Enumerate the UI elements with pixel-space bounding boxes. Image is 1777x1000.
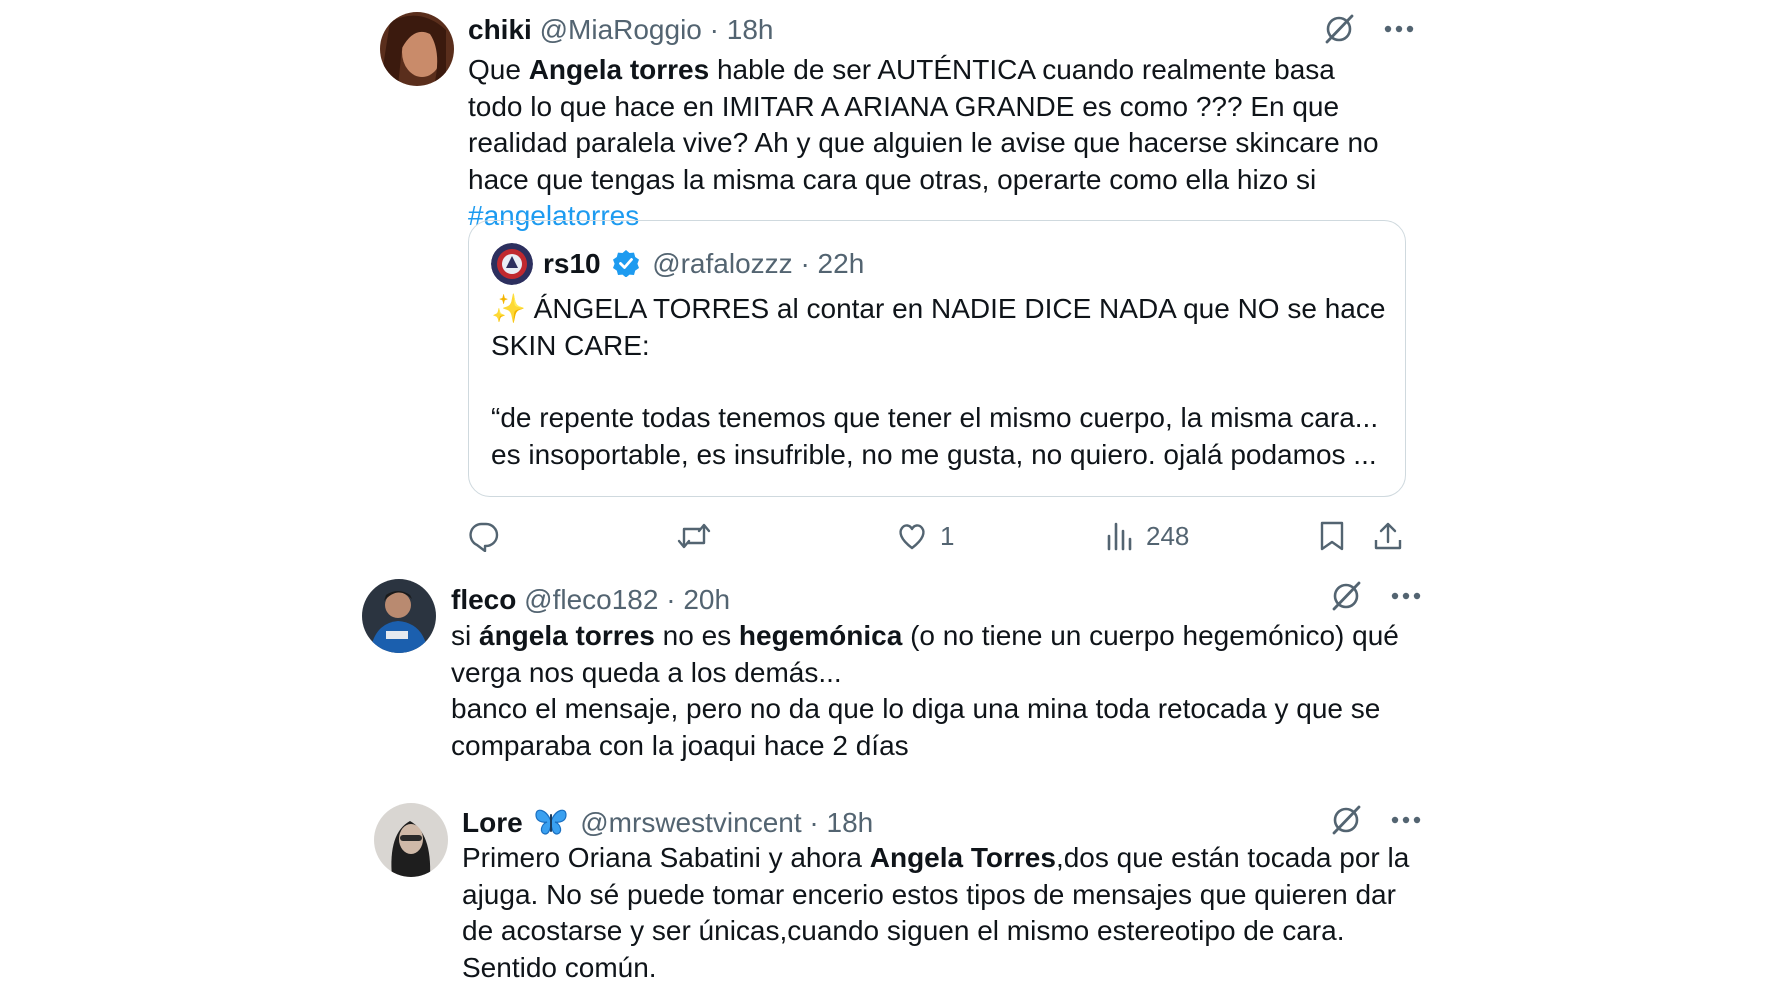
reply-button[interactable] — [468, 520, 500, 552]
tweet-text: si ángela torres no es hegemónica (o no … — [451, 618, 1421, 764]
separator: · — [666, 584, 676, 615]
tweet-chiki[interactable]: chiki @MiaRoggio · 18h Que Angela torres… — [0, 0, 1777, 560]
username[interactable]: @fleco182 — [524, 584, 658, 615]
quote-timestamp[interactable]: 22h — [818, 248, 865, 279]
quote-header: rs10 @rafalozzz · 22h — [543, 247, 864, 285]
text-bold: Angela Torres — [869, 842, 1056, 873]
reply-icon — [469, 522, 499, 552]
quote-username[interactable]: @rafalozzz — [652, 248, 792, 279]
quote-avatar-image — [491, 243, 533, 285]
separator: · — [809, 807, 819, 838]
more-icon[interactable] — [1384, 24, 1414, 34]
share-icon — [1374, 522, 1402, 550]
quote-avatar[interactable] — [491, 243, 533, 285]
quote-paragraph-1: ✨ ÁNGELA TORRES al contar en NADIE DICE … — [491, 293, 1386, 361]
more-icon[interactable] — [1391, 815, 1421, 825]
tweet-paragraph-2: banco el mensaje, pero no da que lo diga… — [451, 693, 1381, 761]
avatar[interactable] — [362, 579, 436, 653]
tweet-text: Que Angela torres hable de ser AUTÉNTICA… — [468, 52, 1396, 235]
username[interactable]: @MiaRoggio — [540, 14, 702, 45]
timestamp[interactable]: 18h — [827, 807, 874, 838]
text-bold: Angela torres — [528, 54, 710, 85]
repost-button[interactable] — [676, 520, 712, 552]
views-button[interactable]: 248 — [1106, 520, 1189, 552]
tweet-fleco[interactable]: fleco @fleco182 · 20h si ángela torres n… — [0, 565, 1777, 765]
bookmark-button[interactable] — [1318, 520, 1346, 552]
views-icon — [1107, 522, 1132, 551]
quote-paragraph-2: “de repente todas tenemos que tener el m… — [491, 402, 1379, 470]
text-segment: si — [451, 620, 479, 651]
display-name[interactable]: Lore — [462, 807, 523, 838]
tweet-controls — [1322, 12, 1414, 46]
text-segment: no es — [654, 620, 739, 651]
like-button[interactable]: 1 — [896, 520, 954, 552]
timestamp[interactable]: 20h — [683, 584, 730, 615]
tweet-paragraph-1: si ángela torres no es hegemónica (o no … — [451, 618, 1421, 691]
quote-text: ✨ ÁNGELA TORRES al contar en NADIE DICE … — [491, 291, 1391, 473]
tweet-header: fleco @fleco182 · 20h — [451, 583, 730, 617]
username[interactable]: @mrswestvincent — [580, 807, 801, 838]
view-count: 248 — [1146, 520, 1190, 551]
repost-icon — [677, 523, 711, 549]
like-count: 1 — [940, 520, 955, 551]
display-name[interactable]: chiki — [468, 14, 532, 45]
avatar[interactable] — [380, 12, 454, 86]
separator: · — [709, 14, 719, 45]
display-name[interactable]: fleco — [451, 584, 516, 615]
grok-icon[interactable] — [1322, 12, 1356, 46]
timestamp[interactable]: 18h — [727, 14, 774, 45]
more-icon[interactable] — [1391, 591, 1421, 601]
grok-icon[interactable] — [1329, 579, 1363, 613]
tweet-text: Primero Oriana Sabatini y ahora Angela T… — [462, 840, 1422, 986]
grok-icon[interactable] — [1329, 803, 1363, 837]
quoted-tweet[interactable]: rs10 @rafalozzz · 22h ✨ ÁNGELA TORRES al… — [468, 220, 1406, 497]
text-segment: Primero Oriana Sabatini y ahora — [462, 842, 870, 873]
heart-icon — [899, 524, 925, 550]
text-bold: ángela torres — [479, 620, 655, 651]
avatar-image — [362, 579, 436, 653]
tweet-actions: 1 248 — [468, 520, 1404, 554]
verified-badge-icon — [612, 249, 640, 285]
share-button[interactable] — [1372, 520, 1404, 552]
text-bold: hegemónica — [738, 620, 903, 651]
tweet-controls — [1329, 579, 1421, 613]
separator: · — [800, 248, 810, 279]
avatar[interactable] — [374, 803, 448, 877]
tweet-header: chiki @MiaRoggio · 18h — [468, 13, 773, 47]
text-segment: Que — [468, 54, 529, 85]
bookmark-icon — [1320, 521, 1344, 551]
quote-display-name[interactable]: rs10 — [543, 248, 601, 279]
avatar-image — [374, 803, 448, 877]
tweet-lore[interactable]: Lore @mrswestvincent · 18h Primero Orian… — [0, 790, 1777, 1000]
tweet-controls — [1329, 803, 1421, 837]
avatar-image — [380, 12, 454, 86]
